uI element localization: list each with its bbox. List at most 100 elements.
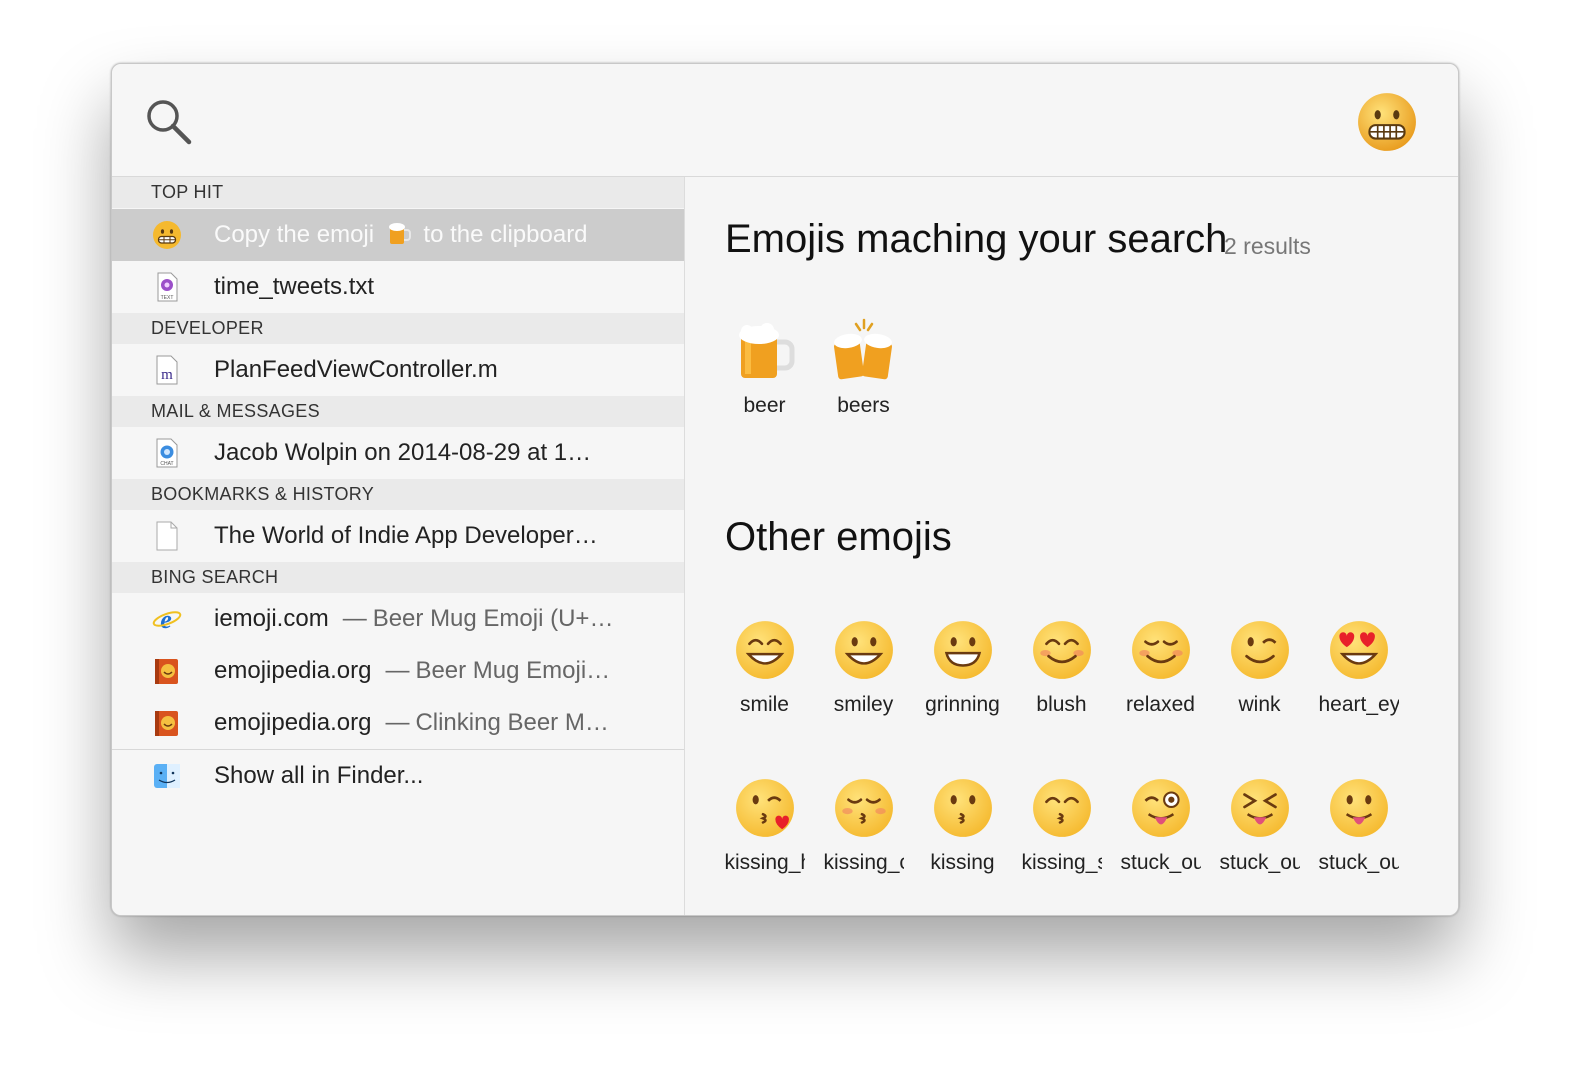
emoji-label: stuck_out_tongue_closed_eyes	[1219, 851, 1300, 874]
smile-emoji-icon	[735, 621, 794, 679]
result-label: Show all in Finder...	[214, 762, 424, 789]
beers-icon	[833, 318, 892, 380]
internet-explorer-icon: e	[152, 605, 182, 634]
emoji-label: kissing_heart	[724, 851, 805, 874]
result-indie-app[interactable]: The World of Indie App Developer…	[112, 510, 684, 562]
wink-emoji-icon	[1230, 621, 1289, 679]
stuck-out-tongue-winking-eye-emoji-icon	[1131, 779, 1190, 837]
emoji-stuck-out-tongue[interactable]: stuck_out_tongue	[1309, 777, 1408, 875]
separator-dash: —	[385, 709, 410, 736]
result-label: The World of Indie App Developer…	[214, 522, 598, 549]
emoji-label: stuck_out_tongue	[1318, 851, 1399, 874]
matching-heading: Emojis maching your search	[725, 217, 1228, 261]
heart-eyes-emoji-icon	[1329, 621, 1388, 679]
smiley-emoji-icon	[834, 621, 893, 679]
result-label: time_tweets.txt	[214, 273, 375, 300]
document-icon	[156, 521, 178, 551]
result-iemoji[interactable]: e iemoji.com — Beer Mug Emoji (U+…	[112, 593, 684, 645]
result-planfeed[interactable]: m PlanFeedViewController.m	[112, 344, 684, 396]
result-time-tweets[interactable]: TEXT time_tweets.txt	[112, 261, 684, 313]
emoji-kissing-smiling-eyes[interactable]: kissing_smiling_eyes	[1012, 777, 1111, 875]
result-desc: Clinking Beer M…	[415, 709, 609, 736]
other-emojis-heading: Other emojis	[725, 515, 952, 559]
result-label: PlanFeedViewController.m	[214, 356, 498, 383]
result-jacob-chat[interactable]: CHAT Jacob Wolpin on 2014-08-29 at 1…	[112, 427, 684, 479]
svg-text:TEXT: TEXT	[161, 295, 174, 301]
beer-icon	[738, 323, 794, 378]
emoji-heart-eyes[interactable]: heart_eyes	[1309, 619, 1408, 717]
result-desc: Beer Mug Emoji…	[415, 657, 611, 684]
kissing-heart-emoji-icon	[735, 779, 794, 837]
emoji-label: kissing_closed_eyes	[823, 851, 904, 874]
beer-icon	[388, 223, 411, 244]
separator-dash: —	[385, 657, 410, 684]
stuck-out-tongue-closed-eyes-emoji-icon	[1230, 779, 1289, 837]
objc-file-icon: m	[156, 355, 178, 385]
emoji-beer[interactable]: beer	[715, 318, 814, 418]
result-copy-emoji[interactable]: Copy the emoji to the clipboard	[112, 209, 684, 261]
emoji-relaxed[interactable]: relaxed	[1111, 619, 1210, 717]
emoji-label: heart_eyes	[1318, 693, 1399, 716]
finder-icon	[154, 764, 180, 788]
emoji-grinning[interactable]: grinning	[913, 619, 1012, 717]
svg-text:m: m	[161, 367, 173, 383]
section-header-top-hit: TOP HIT	[112, 177, 684, 208]
result-emojipedia-1[interactable]: emojipedia.org — Beer Mug Emoji…	[112, 645, 684, 697]
grimacing-emoji-icon	[153, 221, 181, 249]
result-desc: Beer Mug Emoji (U+…	[372, 605, 614, 632]
emoji-smile[interactable]: smile	[715, 619, 814, 717]
svg-text:e: e	[160, 605, 172, 634]
emoji-smiley[interactable]: smiley	[814, 619, 913, 717]
emoji-kissing-heart[interactable]: kissing_heart	[715, 777, 814, 875]
svg-text:CHAT: CHAT	[160, 461, 173, 467]
show-all-in-finder[interactable]: Show all in Finder...	[112, 750, 684, 802]
emoji-label: beers	[837, 394, 890, 417]
separator-dash: —	[342, 605, 367, 632]
copy-emoji-text: Copy the emoji	[214, 221, 375, 248]
copy-emoji-text-tail: to the clipboard	[423, 221, 588, 248]
emoji-stuck-out-tongue-winking-eye[interactable]: stuck_out_tongue_winking_eye	[1111, 777, 1210, 875]
result-label: Jacob Wolpin on 2014-08-29 at 1…	[214, 439, 592, 466]
blush-emoji-icon	[1032, 621, 1091, 679]
search-icon	[147, 100, 192, 145]
kissing-emoji-icon	[933, 779, 992, 837]
emoji-blush[interactable]: blush	[1012, 619, 1111, 717]
emoji-label: wink	[1238, 693, 1281, 716]
result-site: emojipedia.org	[214, 657, 372, 684]
emojipedia-icon	[155, 711, 178, 736]
emoji-label: smiley	[833, 693, 894, 716]
emoji-wink[interactable]: wink	[1210, 619, 1309, 717]
emoji-stuck-out-tongue-closed-eyes[interactable]: stuck_out_tongue_closed_eyes	[1210, 777, 1309, 875]
section-header-bing: BING SEARCH	[112, 562, 684, 593]
stuck-out-tongue-emoji-icon	[1329, 779, 1388, 837]
emoji-kissing[interactable]: kissing	[913, 777, 1012, 875]
emoji-label: relaxed	[1126, 693, 1195, 716]
grimacing-emoji-icon	[1358, 93, 1416, 151]
result-site: emojipedia.org	[214, 709, 372, 736]
chat-file-icon: CHAT	[156, 438, 178, 468]
emoji-label: kissing_smiling_eyes	[1021, 851, 1102, 874]
results-count: 2 results	[1224, 233, 1311, 259]
result-emojipedia-2[interactable]: emojipedia.org — Clinking Beer M…	[112, 697, 684, 749]
relaxed-emoji-icon	[1131, 621, 1190, 679]
emoji-kissing-closed-eyes[interactable]: kissing_closed_eyes	[814, 777, 913, 875]
spotlight-window: TOP HIT Copy the emoji to the clipboard	[111, 63, 1459, 916]
emoji-label: blush	[1036, 693, 1087, 716]
emoji-label: stuck_out_tongue_winking_eye	[1120, 851, 1201, 874]
section-header-developer: DEVELOPER	[112, 313, 684, 344]
search-input[interactable]	[212, 94, 1336, 148]
emoji-label: smile	[739, 693, 789, 716]
section-header-bookmarks: BOOKMARKS & HISTORY	[112, 479, 684, 510]
search-bar	[112, 64, 1458, 177]
emoji-preview-pane: Emojis maching your search 2 results bee…	[685, 177, 1458, 915]
emoji-label: kissing	[930, 851, 995, 874]
text-file-icon: TEXT	[157, 272, 178, 302]
kissing-closed-eyes-emoji-icon	[834, 779, 893, 837]
emoji-label: beer	[743, 394, 786, 417]
result-site: iemoji.com	[214, 605, 329, 632]
results-list: TOP HIT Copy the emoji to the clipboard	[112, 177, 685, 915]
grinning-emoji-icon	[933, 621, 992, 679]
emoji-beers[interactable]: beers	[814, 318, 913, 418]
section-header-mail: MAIL & MESSAGES	[112, 396, 684, 427]
emojipedia-icon	[155, 659, 178, 684]
